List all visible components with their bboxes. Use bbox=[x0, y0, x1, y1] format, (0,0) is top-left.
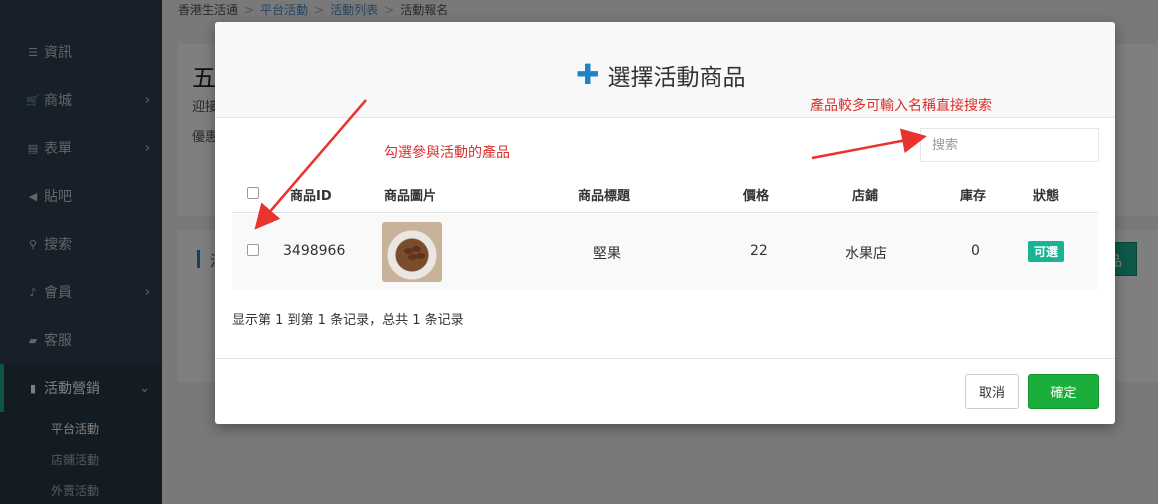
annotation-arrows bbox=[254, 99, 927, 230]
arrow-to-checkbox bbox=[254, 99, 367, 230]
arrow-to-search bbox=[811, 128, 927, 160]
